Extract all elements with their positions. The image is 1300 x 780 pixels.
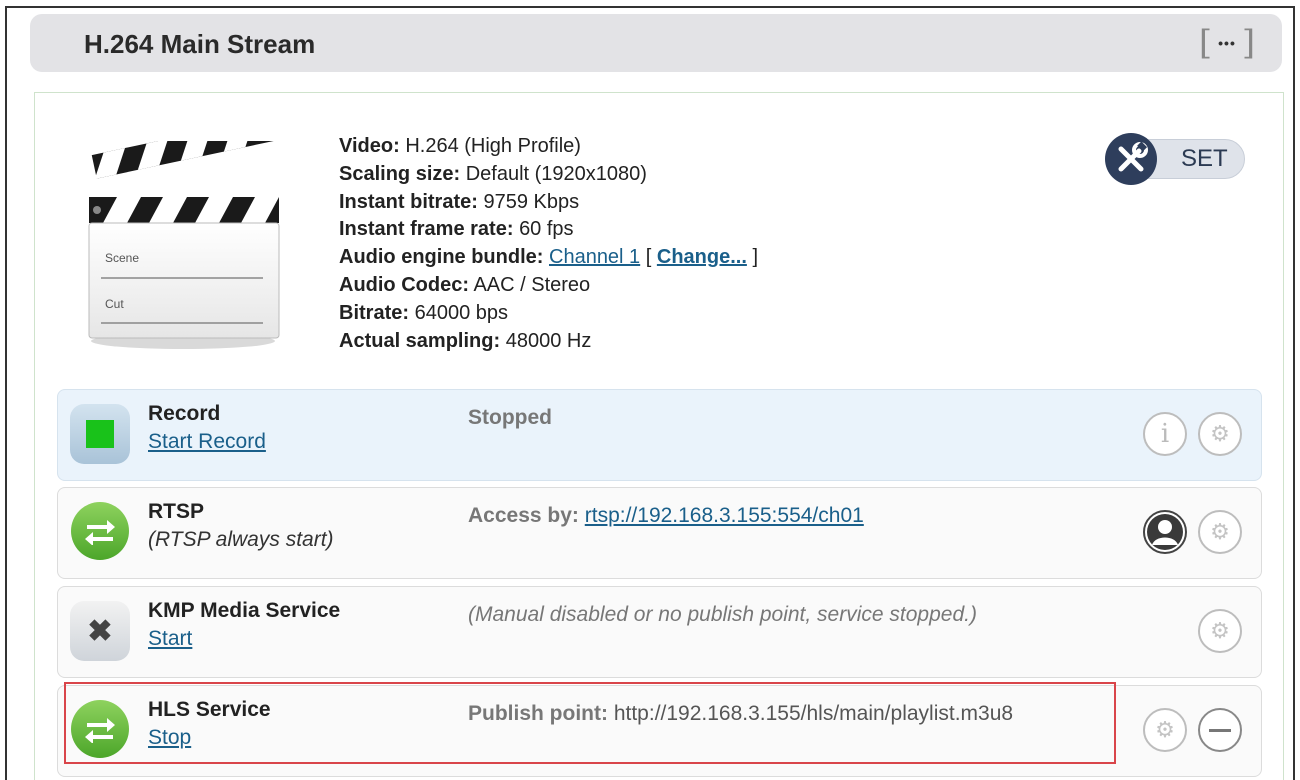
start-record-link[interactable]: Start Record [148,430,266,454]
clapper-scene-label: Scene [105,251,140,265]
service-row-hls: HLS Service Stop Publish point: http://1… [57,685,1262,777]
more-options-button[interactable]: [ ••• ] [1190,24,1264,62]
transfer-arrows-icon[interactable] [71,700,129,758]
service-row-rtsp: RTSP (RTSP always start) Access by: rtsp… [57,487,1262,579]
clapperboard-icon [88,141,283,349]
set-label: SET [1181,145,1228,172]
user-icon[interactable] [1143,510,1187,554]
clapper-cut-label: Cut [105,297,124,311]
rtsp-url-link[interactable]: rtsp://192.168.3.155:554/ch01 [585,504,864,527]
info-icon[interactable]: i [1143,412,1187,456]
stop-icon[interactable] [70,404,130,464]
gear-icon[interactable]: ⚙ [1198,412,1242,456]
close-x-icon[interactable]: ✖ [70,601,130,661]
wrench-screwdriver-icon [1105,133,1157,185]
gear-icon[interactable]: ⚙ [1198,510,1242,554]
gear-icon[interactable]: ⚙ [1143,708,1187,752]
set-button[interactable]: SET [1105,133,1245,185]
service-subtitle: (RTSP always start) [148,528,334,551]
stop-hls-link[interactable]: Stop [148,726,191,750]
gear-icon[interactable]: ⚙ [1198,609,1242,653]
service-status: Access by: rtsp://192.168.3.155:554/ch01 [468,504,864,527]
service-status: Publish point: http://192.168.3.155/hls/… [468,702,1014,725]
publish-point-url: http://192.168.3.155/hls/main/playlist.m… [613,702,1014,725]
stream-header: H.264 Main Stream [ ••• ] [30,14,1282,72]
service-status: Stopped [468,406,552,429]
service-row-record: Record Start Record Stopped i ⚙ [57,389,1262,481]
service-title: Record [148,402,221,425]
transfer-arrows-icon[interactable] [71,502,129,560]
service-title: RTSP [148,500,205,523]
stream-title: H.264 Main Stream [84,29,316,59]
service-row-kmp: ✖ KMP Media Service Start (Manual disabl… [57,586,1262,678]
audio-channel-link[interactable]: Channel 1 [549,246,640,268]
service-title: KMP Media Service [148,599,341,622]
stream-panel: Scene Cut Video: H.264 (High Profile) Sc… [34,92,1284,780]
stream-info: Video: H.264 (High Profile) Scaling size… [339,135,759,352]
service-status: (Manual disabled or no publish point, se… [468,603,977,626]
change-audio-link[interactable]: Change... [657,246,747,268]
start-kmp-link[interactable]: Start [148,627,192,651]
service-title: HLS Service [148,698,271,721]
remove-icon[interactable] [1198,708,1242,752]
ellipsis-icon: ••• [1218,35,1236,51]
